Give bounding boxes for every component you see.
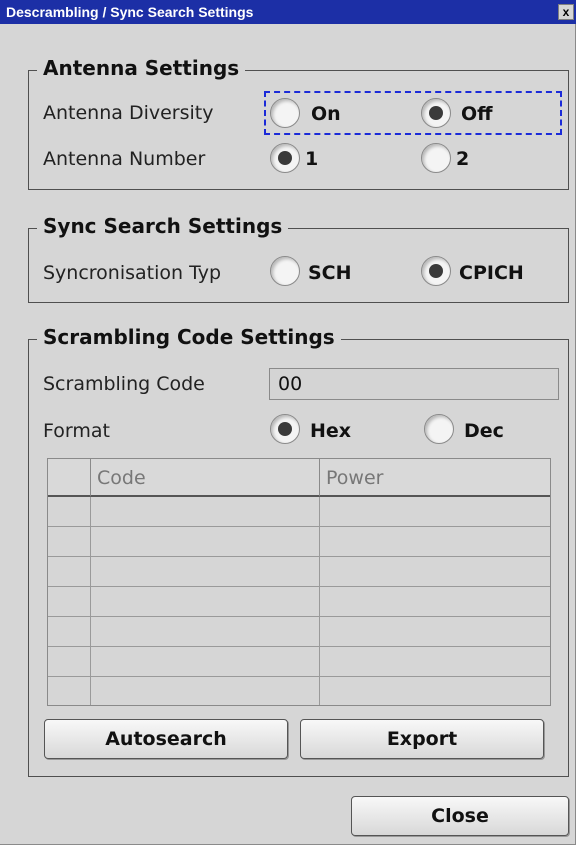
window-title: Descrambling / Sync Search Settings: [6, 4, 254, 20]
table-cell: [320, 587, 550, 617]
window-close-icon[interactable]: x: [558, 4, 574, 20]
table-row[interactable]: [48, 677, 550, 705]
export-button[interactable]: Export: [300, 719, 544, 759]
table-cell: [91, 647, 320, 677]
format-label: Format: [43, 420, 110, 442]
table-row[interactable]: [48, 527, 550, 557]
table-cell: [320, 647, 550, 677]
sync-cpich-radio[interactable]: [421, 256, 451, 286]
table-cell: [48, 527, 91, 557]
settings-dialog: Descrambling / Sync Search Settings x An…: [0, 0, 576, 845]
table-cell: [320, 557, 550, 587]
table-cell: [91, 587, 320, 617]
antenna-number-2-label[interactable]: 2: [456, 148, 469, 170]
table-header-index[interactable]: [48, 459, 91, 497]
scrambling-code-table[interactable]: Code Power: [47, 458, 551, 706]
table-header: Code Power: [48, 459, 550, 497]
table-header-power[interactable]: Power: [320, 459, 550, 497]
sync-type-label: Syncronisation Typ: [43, 262, 222, 284]
antenna-number-1-radio[interactable]: [270, 143, 300, 173]
antenna-number-2-radio[interactable]: [421, 143, 451, 173]
antenna-diversity-on-radio[interactable]: [270, 98, 300, 128]
table-row[interactable]: [48, 617, 550, 647]
antenna-diversity-off-label[interactable]: Off: [461, 103, 493, 125]
scrambling-code-title: Scrambling Code Settings: [37, 325, 341, 349]
table-cell: [320, 617, 550, 647]
table-cell: [91, 497, 320, 527]
format-hex-label[interactable]: Hex: [310, 420, 351, 442]
table-cell: [91, 677, 320, 705]
table-cell: [48, 617, 91, 647]
sync-sch-label[interactable]: SCH: [308, 262, 352, 284]
format-dec-radio[interactable]: [424, 414, 454, 444]
scrambling-code-label: Scrambling Code: [43, 373, 205, 395]
sync-search-title: Sync Search Settings: [37, 214, 289, 238]
format-hex-radio[interactable]: [270, 414, 300, 444]
table-row[interactable]: [48, 497, 550, 527]
antenna-number-label: Antenna Number: [43, 148, 206, 170]
table-cell: [320, 677, 550, 705]
antenna-number-1-label[interactable]: 1: [305, 148, 318, 170]
table-cell: [91, 557, 320, 587]
title-bar: Descrambling / Sync Search Settings x: [0, 0, 576, 24]
table-cell: [91, 617, 320, 647]
antenna-settings-title: Antenna Settings: [37, 56, 246, 80]
antenna-diversity-on-label[interactable]: On: [311, 103, 341, 125]
table-cell: [320, 497, 550, 527]
table-cell: [48, 557, 91, 587]
table-cell: [48, 497, 91, 527]
table-row[interactable]: [48, 587, 550, 617]
table-cell: [48, 587, 91, 617]
table-row[interactable]: [48, 557, 550, 587]
table-header-code[interactable]: Code: [91, 459, 320, 497]
table-cell: [48, 677, 91, 705]
scrambling-code-field[interactable]: 00: [269, 368, 559, 400]
antenna-diversity-off-radio[interactable]: [421, 98, 451, 128]
table-cell: [91, 527, 320, 557]
table-row[interactable]: [48, 647, 550, 677]
antenna-diversity-label: Antenna Diversity: [43, 102, 214, 124]
autosearch-button[interactable]: Autosearch: [44, 719, 288, 759]
format-dec-label[interactable]: Dec: [464, 420, 504, 442]
table-cell: [48, 647, 91, 677]
antenna-diversity-focus: [264, 91, 562, 135]
sync-cpich-label[interactable]: CPICH: [459, 262, 524, 284]
sync-sch-radio[interactable]: [270, 256, 300, 286]
close-button[interactable]: Close: [351, 796, 569, 836]
table-cell: [320, 527, 550, 557]
